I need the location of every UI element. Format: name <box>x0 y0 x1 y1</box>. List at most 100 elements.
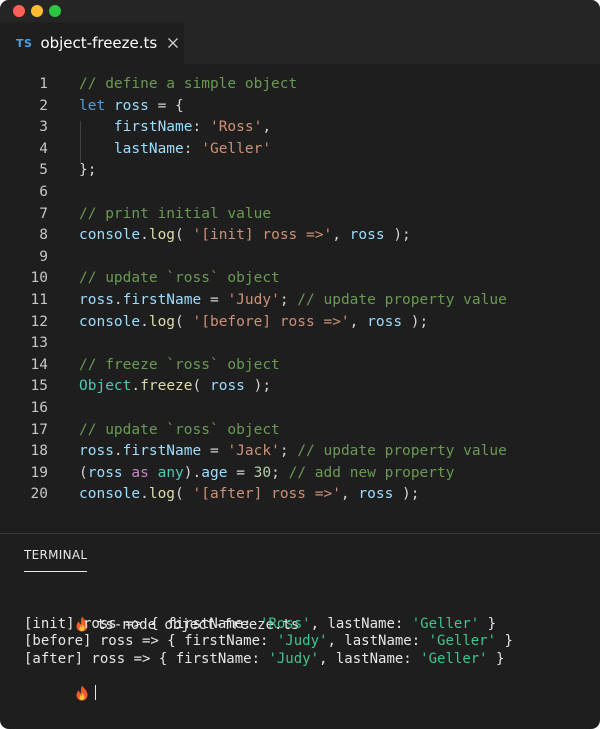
line-number: 20 <box>30 486 48 503</box>
code-line[interactable]: 3 firstName: 'Ross', <box>0 117 600 139</box>
code-token: ( <box>192 378 210 395</box>
code-token: ); <box>402 313 429 330</box>
code-token: , <box>262 119 272 136</box>
window-close-button[interactable] <box>13 5 25 17</box>
code-token: = <box>201 443 228 460</box>
code-token: firstName <box>113 119 193 136</box>
terminal-prompt-line[interactable] <box>24 668 584 701</box>
terminal-text: , lastName: <box>310 616 412 633</box>
code-line[interactable]: 6 <box>0 182 600 204</box>
code-token: // print initial value <box>79 205 272 222</box>
line-number: 16 <box>30 399 48 416</box>
code-line[interactable]: 19 (ross as any).age = 30; // add new pro… <box>0 463 600 485</box>
code-token: ; <box>279 291 298 308</box>
line-number: 14 <box>30 356 48 373</box>
code-token: ( <box>175 486 193 503</box>
code-token: = { <box>148 97 184 114</box>
code-token: 30 <box>253 464 272 481</box>
code-token: ); <box>244 378 272 395</box>
typescript-icon: TS <box>16 36 33 50</box>
terminal-text: } <box>479 616 497 633</box>
code-token: 'Geller' <box>201 140 272 157</box>
line-number: 17 <box>30 421 48 438</box>
code-line[interactable]: 7 // print initial value <box>0 204 600 226</box>
code-line[interactable]: 11 ross.firstName = 'Judy'; // update pro… <box>0 290 600 312</box>
code-token: console <box>79 227 141 244</box>
code-token: 'Judy' <box>227 291 280 308</box>
terminal-text: [before] ross => { firstName: <box>24 633 277 650</box>
code-text: firstName: 'Ross', <box>79 117 271 139</box>
code-token: ; <box>271 464 289 481</box>
line-number: 5 <box>39 162 48 179</box>
code-token: 'Jack' <box>227 443 280 460</box>
code-text: (ross as any).age = 30; // add new prope… <box>79 463 454 485</box>
code-token: . <box>140 313 149 330</box>
code-text: ross.firstName = 'Judy'; // update prope… <box>79 290 507 312</box>
code-token: ). <box>183 464 202 481</box>
line-number: 15 <box>30 378 48 395</box>
code-line[interactable]: 15 Object.freeze( ross ); <box>0 376 600 398</box>
code-token: : <box>183 140 202 157</box>
window-minimize-button[interactable] <box>31 5 43 17</box>
code-line[interactable]: 16 <box>0 398 600 420</box>
close-icon[interactable] <box>167 37 179 49</box>
code-token: age <box>201 464 228 481</box>
code-line[interactable]: 17 // update `ross` object <box>0 420 600 442</box>
window-maximize-button[interactable] <box>49 5 61 17</box>
line-number: 10 <box>30 270 48 287</box>
code-line[interactable]: 14 // freeze `ross` object <box>0 355 600 377</box>
code-token: any <box>157 464 184 481</box>
code-token: ); <box>384 227 411 244</box>
line-number: 1 <box>39 76 48 92</box>
code-token: ross <box>79 443 114 460</box>
line-number: 11 <box>30 291 48 308</box>
code-token: ( <box>175 227 193 244</box>
code-line[interactable]: 20 console.log( '[after] ross =>', ross )… <box>0 484 600 506</box>
tab-title: object-freeze.ts <box>40 34 158 52</box>
code-line[interactable]: 4 lastName: 'Geller' <box>0 139 600 161</box>
line-number: 7 <box>39 205 48 222</box>
code-token: // update property value <box>297 291 507 308</box>
code-line[interactable]: 8 console.log( '[init] ross =>', ross ); <box>0 225 600 247</box>
terminal-text: , lastName: <box>319 650 421 667</box>
terminal-tab-underline <box>24 571 87 572</box>
code-line[interactable]: 2 let ross = { <box>0 96 600 118</box>
code-token: ross <box>209 378 245 395</box>
code-token: // add new property <box>288 464 455 481</box>
line-number: 9 <box>39 248 48 265</box>
code-line[interactable]: 12 console.log( '[before] ross =>', ross … <box>0 312 600 334</box>
code-line[interactable]: 1 // define a simple object <box>0 74 600 96</box>
code-line[interactable]: 5}; <box>0 160 600 182</box>
terminal-text: } <box>487 650 505 667</box>
code-token: // define a simple object <box>79 76 298 92</box>
terminal-text: [after] ross => { firstName: <box>24 650 269 667</box>
code-token: let <box>79 97 106 114</box>
file-tab[interactable]: TS object-freeze.ts <box>0 22 184 64</box>
tab-terminal[interactable]: TERMINAL <box>24 548 87 562</box>
terminal-text: [init] ross => { firstName: <box>24 616 261 633</box>
terminal-output-line: [before] ross => { firstName: 'Judy', la… <box>24 633 584 650</box>
code-editor[interactable]: 1// define a simple object 2 let ross = {3… <box>0 74 600 506</box>
code-text: console.log( '[init] ross =>', ross ); <box>79 225 411 247</box>
code-token: ross <box>367 313 403 330</box>
code-token: . <box>113 443 123 460</box>
code-token: ; <box>279 443 298 460</box>
code-token: as <box>131 464 149 481</box>
title-bar: TS object-freeze.ts <box>0 0 600 64</box>
terminal-string: 'Geller' <box>420 650 488 667</box>
code-line[interactable]: 10 // update `ross` object <box>0 268 600 290</box>
code-line[interactable]: 9 <box>0 247 600 269</box>
flame-icon <box>76 685 88 701</box>
terminal-output-lines: [init] ross => { firstName: 'Ross', last… <box>24 616 584 668</box>
code-line[interactable]: 18 ross.firstName = 'Jack'; // update pro… <box>0 441 600 463</box>
terminal-output[interactable]: ts-node object-freeze.ts [init] ross => … <box>24 599 584 701</box>
editor-window: TS object-freeze.ts 1 // define a simple … <box>0 0 600 729</box>
code-line[interactable]: 13 <box>0 333 600 355</box>
code-token: ross <box>79 291 114 308</box>
code-token: // freeze `ross` object <box>79 356 280 373</box>
code-token: . <box>113 291 123 308</box>
code-token: // update property value <box>297 443 507 460</box>
